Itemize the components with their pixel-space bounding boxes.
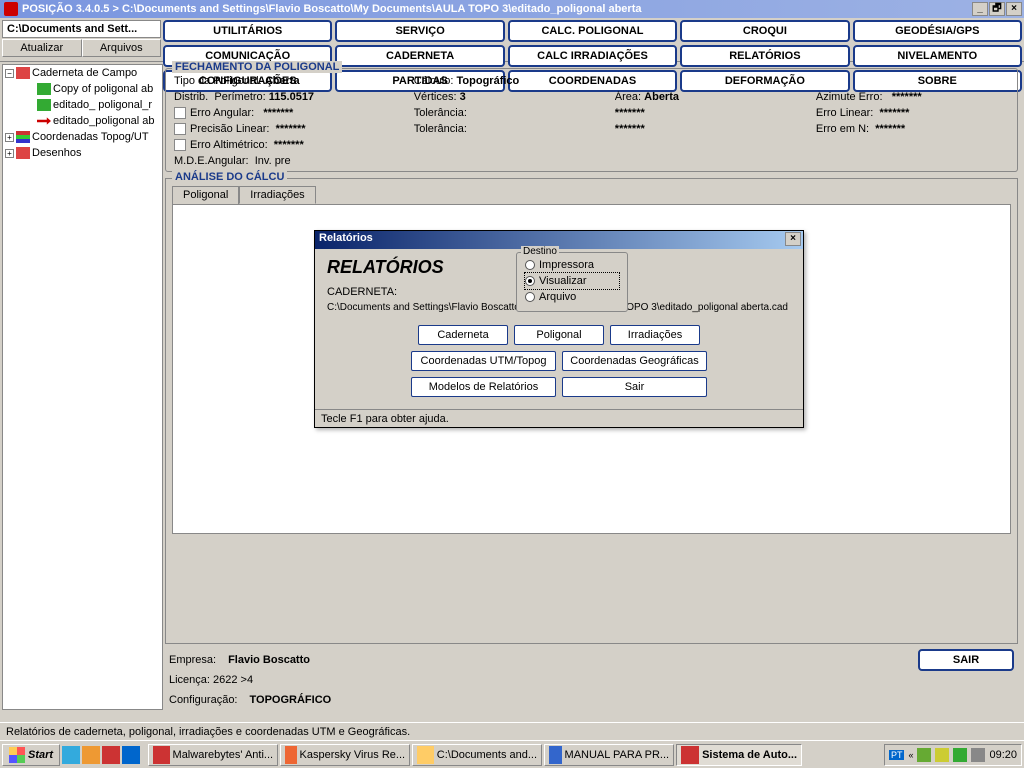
empresa-value: Flavio Boscatto xyxy=(228,654,310,666)
tab-irradiacoes[interactable]: Irradiações xyxy=(239,186,315,204)
erro-angular-checkbox[interactable] xyxy=(174,107,186,119)
app-icon xyxy=(153,746,169,764)
menu-servico[interactable]: SERVIÇO xyxy=(335,20,504,42)
menu-geodesia[interactable]: GEODÉSIA/GPS xyxy=(853,20,1022,42)
fechamento-title: FECHAMENTO DA POLIGONAL xyxy=(172,61,342,73)
tray-icon[interactable] xyxy=(953,748,967,762)
tree-item-editado1[interactable]: editado_ poligonal_r xyxy=(3,97,162,113)
task-malwarebytes[interactable]: Malwarebytes' Anti... xyxy=(148,744,278,766)
status-text: Relatórios de caderneta, poligonal, irra… xyxy=(6,726,410,738)
tree-item-editado2[interactable]: editado_poligonal ab xyxy=(3,113,162,129)
quicklaunch-icon[interactable] xyxy=(62,746,80,764)
tree-item-desenhos[interactable]: +Desenhos xyxy=(3,145,162,161)
destino-group: Destino Impressora Visualizar Arquivo xyxy=(516,252,628,312)
config-value: TOPOGRÁFICO xyxy=(250,694,332,706)
quicklaunch-icon[interactable] xyxy=(82,746,100,764)
quicklaunch-icon[interactable] xyxy=(122,746,140,764)
erro-altimetrico-checkbox[interactable] xyxy=(174,139,186,151)
dialog-close-button[interactable]: × xyxy=(785,232,801,246)
titlebar: POSIÇÃO 3.4.0.5 > C:\Documents and Setti… xyxy=(0,0,1024,18)
start-button[interactable]: Start xyxy=(2,744,60,766)
tab-poligonal[interactable]: Poligonal xyxy=(172,186,239,204)
arquivos-button[interactable]: Arquivos xyxy=(82,39,162,57)
app-icon xyxy=(681,746,699,764)
precisao-linear-checkbox[interactable] xyxy=(174,123,186,135)
folder-icon xyxy=(417,746,434,764)
clock[interactable]: 09:20 xyxy=(989,749,1017,761)
tree-item-copy[interactable]: Copy of poligonal ab xyxy=(3,81,162,97)
radio-arquivo[interactable]: Arquivo xyxy=(525,289,619,305)
draw-icon xyxy=(16,147,30,159)
radio-impressora[interactable]: Impressora xyxy=(525,257,619,273)
dlg-irradiacoes-button[interactable]: Irradiações xyxy=(610,325,700,345)
app-icon xyxy=(285,746,296,764)
dlg-coord-geo-button[interactable]: Coordenadas Geográficas xyxy=(562,351,707,371)
destino-title: Destino xyxy=(521,246,559,257)
task-kaspersky[interactable]: Kaspersky Virus Re... xyxy=(280,744,410,766)
taskbar: Start Malwarebytes' Anti... Kaspersky Vi… xyxy=(0,740,1024,768)
fechamento-group: FECHAMENTO DA POLIGONAL Tipo da Poligona… xyxy=(165,68,1018,172)
menu-croqui[interactable]: CROQUI xyxy=(680,20,849,42)
minimize-button[interactable]: _ xyxy=(972,2,988,16)
tray-icon[interactable] xyxy=(935,748,949,762)
maximize-button[interactable]: 🗗 xyxy=(989,2,1005,16)
top-bar: C:\Documents and Sett... Atualizar Arqui… xyxy=(0,18,1024,62)
tree-panel[interactable]: −Caderneta de Campo Copy of poligonal ab… xyxy=(2,64,163,710)
windows-icon xyxy=(9,747,25,763)
tree-item-coordenadas[interactable]: +Coordenadas Topog/UT xyxy=(3,129,162,145)
title-text: POSIÇÃO 3.4.0.5 > C:\Documents and Setti… xyxy=(22,3,641,15)
quicklaunch-icon[interactable] xyxy=(102,746,120,764)
dlg-sair-button[interactable]: Sair xyxy=(562,377,707,397)
radio-visualizar[interactable]: Visualizar xyxy=(525,273,619,289)
dialog-title: Relatórios xyxy=(319,232,373,248)
task-explorer[interactable]: C:\Documents and... xyxy=(412,744,542,766)
status-bar: Relatórios de caderneta, poligonal, irra… xyxy=(0,722,1024,740)
app-icon xyxy=(4,2,18,16)
dlg-caderneta-button[interactable]: Caderneta xyxy=(418,325,508,345)
task-word[interactable]: MANUAL PARA PR... xyxy=(544,744,674,766)
lang-indicator[interactable]: PT xyxy=(889,750,905,760)
folder-icon xyxy=(16,67,30,79)
tray-icon[interactable] xyxy=(917,748,931,762)
dlg-poligonal-button[interactable]: Poligonal xyxy=(514,325,604,345)
empresa-label: Empresa: xyxy=(169,654,216,666)
file-icon xyxy=(37,99,51,111)
system-tray[interactable]: PT « 09:20 xyxy=(884,744,1022,766)
sair-button[interactable]: SAIR xyxy=(918,649,1014,671)
path-box: C:\Documents and Sett... xyxy=(2,20,161,38)
tree-item-caderneta[interactable]: −Caderneta de Campo xyxy=(3,65,162,81)
menu-utilitarios[interactable]: UTILITÁRIOS xyxy=(163,20,332,42)
analise-title: ANÁLISE DO CÁLCU xyxy=(172,171,287,183)
menu-calc-poligonal[interactable]: CALC. POLIGONAL xyxy=(508,20,677,42)
licenca-label: Licença: 2622 >4 xyxy=(169,674,253,686)
dialog-titlebar[interactable]: Relatórios × xyxy=(315,231,803,249)
tray-icon[interactable] xyxy=(971,748,985,762)
close-button[interactable]: × xyxy=(1006,2,1022,16)
config-label: Configuração: xyxy=(169,694,238,706)
grid-icon xyxy=(16,131,30,143)
word-icon xyxy=(549,746,561,764)
dlg-coord-utm-button[interactable]: Coordenadas UTM/Topog xyxy=(411,351,556,371)
file-icon xyxy=(37,83,51,95)
atualizar-button[interactable]: Atualizar xyxy=(2,39,82,57)
task-sistema[interactable]: Sistema de Auto... xyxy=(676,744,802,766)
arrow-icon xyxy=(37,115,51,127)
dialog-status: Tecle F1 para obter ajuda. xyxy=(315,409,803,427)
dlg-modelos-button[interactable]: Modelos de Relatórios xyxy=(411,377,556,397)
